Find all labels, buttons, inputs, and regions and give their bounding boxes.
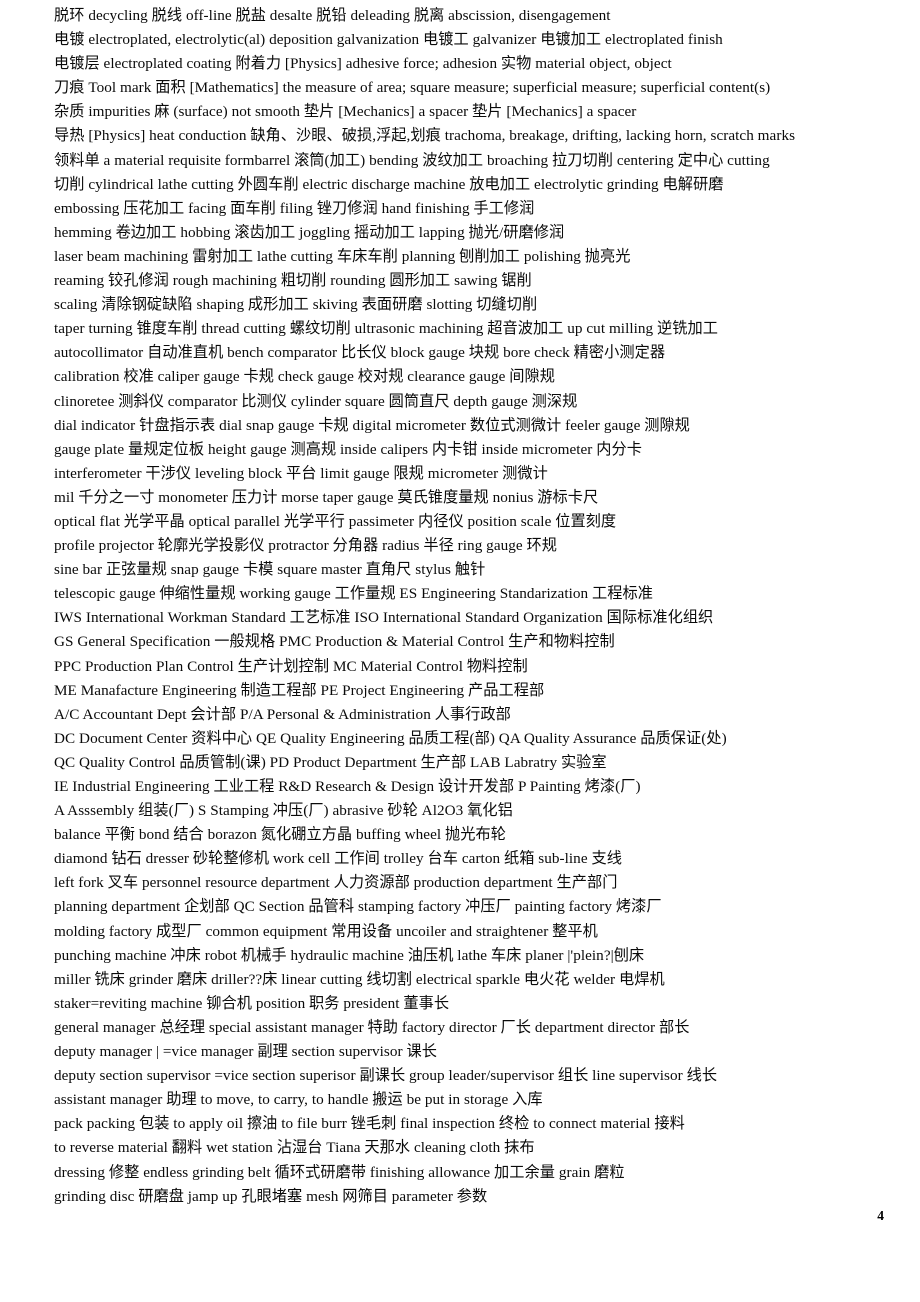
page-number: 4 bbox=[877, 1208, 884, 1223]
glossary-line: sine bar 正弦量规 snap gauge 卡模 square maste… bbox=[54, 561, 486, 579]
glossary-line: molding factory 成型厂 common equipment 常用设… bbox=[54, 922, 598, 940]
glossary-line: 刀痕 Tool mark 面积 [Mathematics] the measur… bbox=[54, 79, 771, 97]
glossary-line: A/C Accountant Dept 会计部 P/A Personal & A… bbox=[54, 705, 511, 723]
glossary-line: general manager 总经理 special assistant ma… bbox=[54, 1018, 690, 1036]
glossary-line: 脱环 decycling 脱线 off-line 脱盐 desalte 脱铅 d… bbox=[54, 7, 611, 24]
glossary-line: laser beam machining 雷射加工 lathe cutting … bbox=[54, 247, 631, 265]
glossary-line: profile projector 轮廓光学投影仪 protractor 分角器… bbox=[54, 537, 558, 555]
glossary-line: IE Industrial Engineering 工业工程 R&D Resea… bbox=[54, 778, 641, 795]
glossary-line: 切削 cylindrical lathe cutting 外圆车削 electr… bbox=[54, 175, 724, 193]
glossary-line: DC Document Center 资料中心 QE Quality Engin… bbox=[54, 729, 727, 747]
document-page: 脱环 decycling 脱线 off-line 脱盐 desalte 脱铅 d… bbox=[0, 0, 920, 1302]
glossary-line: QC Quality Control 品质管制(课) PD Product De… bbox=[54, 753, 607, 771]
glossary-line: embossing 压花加工 facing 面车削 filing 锉刀修润 ha… bbox=[54, 199, 535, 217]
glossary-line: grinding disc 研磨盘 jamp up 孔眼堵塞 mesh 网筛目 … bbox=[54, 1187, 488, 1205]
glossary-line: pack packing 包装 to apply oil 擦油 to file … bbox=[54, 1115, 685, 1133]
glossary-line: 导热 [Physics] heat conduction 缺角、沙眼、破损,浮起… bbox=[54, 127, 796, 145]
glossary-line: GS General Specification 一般规格 PMC Produc… bbox=[54, 633, 615, 651]
glossary-line: deputy section supervisor =vice section … bbox=[54, 1067, 718, 1085]
glossary-line: balance 平衡 bond 结合 borazon 氮化硼立方晶 buffin… bbox=[54, 826, 506, 844]
glossary-line: reaming 铰孔修润 rough machining 粗切削 roundin… bbox=[54, 272, 532, 290]
glossary-line: 电镀 electroplated, electrolytic(al) depos… bbox=[54, 31, 723, 49]
glossary-line: PPC Production Plan Control 生产计划控制 MC Ma… bbox=[54, 657, 528, 675]
glossary-line: punching machine 冲床 robot 机械手 hydraulic … bbox=[54, 946, 645, 964]
glossary-line: deputy manager | =vice manager 副理 sectio… bbox=[54, 1043, 437, 1061]
glossary-line: 领料单 a material requisite formbarrel 滚筒(加… bbox=[54, 151, 770, 169]
glossary-line: dial indicator 针盘指示表 dial snap gauge 卡规 … bbox=[54, 416, 690, 434]
glossary-line: gauge plate 量规定位板 height gauge 测高规 insid… bbox=[54, 440, 642, 458]
glossary-line: clinoretee 测斜仪 comparator 比测仪 cylinder s… bbox=[54, 392, 578, 410]
glossary-line: ME Manafacture Engineering 制造工程部 PE Proj… bbox=[54, 681, 545, 699]
glossary-line: taper turning 锥度车削 thread cutting 螺纹切削 u… bbox=[54, 320, 718, 338]
glossary-line: autocollimator 自动准直机 bench comparator 比长… bbox=[54, 344, 666, 362]
glossary-line: mil 千分之一寸 monometer 压力计 morse taper gaug… bbox=[54, 488, 599, 506]
glossary-line: optical flat 光学平晶 optical parallel 光学平行 … bbox=[54, 512, 617, 530]
glossary-line: left fork 叉车 personnel resource departme… bbox=[54, 874, 618, 892]
glossary-text-body: 脱环 decycling 脱线 off-line 脱盐 desalte 脱铅 d… bbox=[54, 4, 890, 1209]
glossary-line: telescopic gauge 伸缩性量规 working gauge 工作量… bbox=[54, 585, 653, 603]
glossary-line: IWS International Workman Standard 工艺标准 … bbox=[54, 609, 714, 627]
glossary-line: assistant manager 助理 to move, to carry, … bbox=[54, 1091, 543, 1109]
glossary-line: calibration 校准 caliper gauge 卡规 check ga… bbox=[54, 368, 555, 386]
glossary-line: 电镀层 electroplated coating 附着力 [Physics] … bbox=[54, 55, 672, 73]
glossary-line: hemming 卷边加工 hobbing 滚齿加工 joggling 摇动加工 … bbox=[54, 223, 565, 241]
glossary-line: A Asssembly 组装(厂) S Stamping 冲压(厂) abras… bbox=[54, 802, 513, 820]
glossary-line: 杂质 impurities 麻 (surface) not smooth 垫片 … bbox=[54, 103, 637, 121]
glossary-line: scaling 清除钢碇缺陷 shaping 成形加工 skiving 表面研磨… bbox=[54, 296, 538, 314]
glossary-line: diamond 钻石 dresser 砂轮整修机 work cell 工作间 t… bbox=[54, 850, 622, 868]
glossary-line: to reverse material 翻料 wet station 沾湿台 T… bbox=[54, 1139, 535, 1157]
glossary-line: planning department 企划部 QC Section 品管科 s… bbox=[54, 898, 662, 916]
glossary-line: dressing 修整 endless grinding belt 循环式研磨带… bbox=[54, 1163, 625, 1181]
glossary-line: miller 铣床 grinder 磨床 driller??床 linear c… bbox=[54, 970, 665, 988]
glossary-line: interferometer 干涉仪 leveling block 平台 lim… bbox=[54, 464, 548, 482]
glossary-line: staker=reviting machine 铆合机 position 职务 … bbox=[54, 994, 450, 1012]
